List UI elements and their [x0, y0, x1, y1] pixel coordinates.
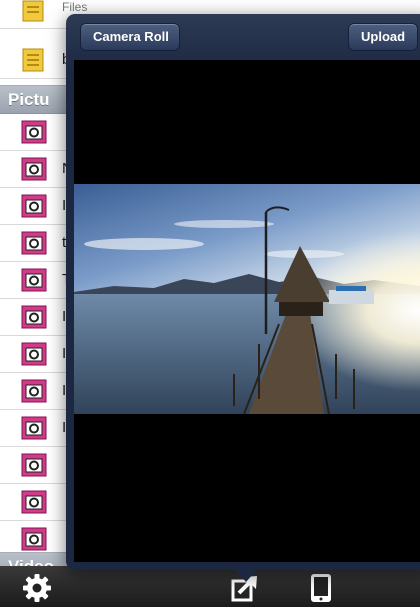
folder-icon	[22, 48, 44, 72]
section-title: Pictu	[8, 90, 50, 109]
camera-icon	[21, 194, 47, 218]
camera-icon	[21, 231, 47, 255]
camera-icon	[21, 527, 47, 551]
upload-button[interactable]: Upload	[348, 23, 419, 51]
gear-icon[interactable]	[22, 573, 52, 603]
bottom-toolbar	[0, 566, 420, 607]
camera-roll-popover: Camera Roll Upload	[66, 14, 420, 570]
photo-preview[interactable]	[74, 184, 420, 414]
camera-icon	[21, 453, 47, 477]
camera-icon	[21, 342, 47, 366]
camera-icon	[21, 268, 47, 292]
back-button[interactable]: Camera Roll	[80, 23, 180, 51]
camera-icon	[21, 379, 47, 403]
camera-icon	[21, 416, 47, 440]
camera-icon	[21, 305, 47, 329]
device-icon[interactable]	[306, 573, 336, 603]
popover-navbar: Camera Roll Upload	[66, 14, 420, 60]
photo-viewer	[74, 60, 420, 562]
camera-icon	[21, 120, 47, 144]
popover-arrow	[232, 566, 260, 582]
list-item-label: Files	[62, 0, 88, 14]
camera-icon	[21, 157, 47, 181]
camera-icon	[21, 490, 47, 514]
folder-icon	[22, 0, 44, 22]
